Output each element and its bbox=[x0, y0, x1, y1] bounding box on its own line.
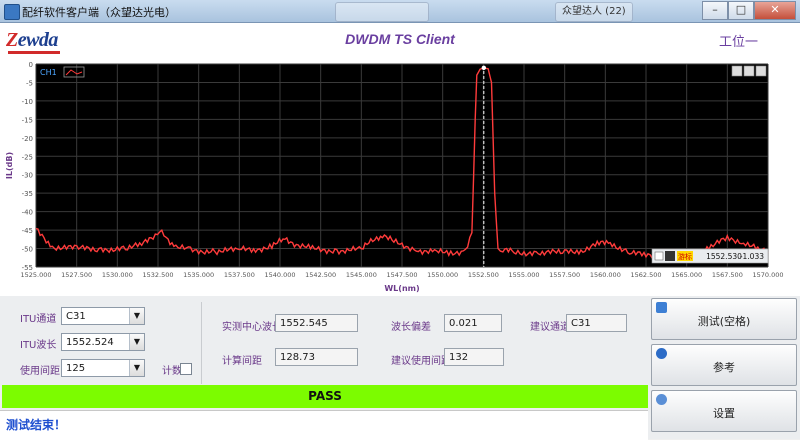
info-icon bbox=[656, 348, 667, 359]
spectrum-chart-panel: 0 -5 -10 -15 -20 -25 -30 -35 -40 -45 -50 -55 1525.00… bbox=[0, 58, 800, 296]
x-tick-label: 1560.000 bbox=[590, 271, 621, 279]
y-tick-label: -40 bbox=[22, 209, 33, 217]
x-tick-label: 1562.500 bbox=[630, 271, 661, 279]
itu-channel-label: ITU通道 bbox=[20, 314, 57, 325]
chevron-down-icon: ▼ bbox=[129, 360, 144, 376]
suggested-channel-label: 建议通道 bbox=[530, 322, 570, 333]
y-tick-label: -30 bbox=[22, 172, 33, 180]
y-tick-label: -5 bbox=[26, 79, 33, 87]
x-tick-label: 1540.000 bbox=[264, 271, 295, 279]
y-tick-label: -50 bbox=[22, 246, 33, 254]
suggested-spacing-label: 建议使用间距 bbox=[391, 356, 451, 367]
test-icon bbox=[656, 302, 667, 313]
y-tick-label: -20 bbox=[22, 135, 33, 143]
app-header: Zewda DWDM TS Client 工位一 bbox=[0, 23, 800, 59]
window-title: 配纤软件客户端（众望达光电） bbox=[22, 6, 176, 19]
y-tick-label: 0 bbox=[29, 61, 33, 69]
y-tick-label: -35 bbox=[22, 190, 33, 198]
wl-offset-label: 波长偏差 bbox=[391, 322, 431, 333]
y-axis-label: IL(dB) bbox=[5, 152, 14, 179]
itu-wavelength-select[interactable]: 1552.524 ▼ bbox=[61, 333, 145, 351]
divider bbox=[201, 302, 202, 384]
x-tick-label: 1550.000 bbox=[427, 271, 458, 279]
y-tick-label: -25 bbox=[22, 153, 33, 161]
itu-wavelength-label: ITU波长 bbox=[20, 340, 57, 351]
crosshair-icon[interactable] bbox=[731, 65, 743, 77]
marker-toggle-icon[interactable] bbox=[654, 251, 664, 261]
x-axis-label: WL(nm) bbox=[384, 284, 419, 293]
count-label: 计数 bbox=[162, 366, 182, 377]
app-icon bbox=[4, 4, 20, 20]
x-tick-label: 1542.500 bbox=[305, 271, 336, 279]
reference-button[interactable]: 参考 bbox=[651, 344, 797, 386]
wl-offset-value: 0.021 bbox=[444, 314, 502, 332]
x-tick-label: 1537.500 bbox=[224, 271, 255, 279]
marker-arrow-icon[interactable] bbox=[665, 251, 675, 261]
x-tick-label: 1570.000 bbox=[752, 271, 783, 279]
calc-spacing-value: 128.73 bbox=[275, 348, 358, 366]
calc-spacing-label: 计算间距 bbox=[222, 356, 262, 367]
status-bar: 测试结束！ bbox=[0, 410, 648, 440]
pan-icon[interactable] bbox=[755, 65, 767, 77]
y-tick-label: -10 bbox=[22, 98, 33, 106]
marker-x-value: 1552.530 bbox=[706, 252, 742, 261]
marker-y-value: -1.033 bbox=[740, 252, 764, 261]
background-window-tab: 众望达人 (22) bbox=[555, 2, 633, 22]
measured-center-value: 1552.545 bbox=[275, 314, 358, 332]
status-text: 测试结束！ bbox=[6, 418, 67, 432]
app-title: DWDM TS Client bbox=[345, 31, 455, 47]
chevron-down-icon: ▼ bbox=[129, 334, 144, 350]
maximize-button[interactable]: □ bbox=[728, 1, 754, 20]
zoom-icon[interactable] bbox=[743, 65, 755, 77]
y-tick-label: -15 bbox=[22, 116, 33, 124]
close-button[interactable]: ✕ bbox=[754, 1, 796, 20]
window-titlebar[interactable]: 配纤软件客户端（众望达光电） 众望达人 (22) – □ ✕ bbox=[0, 0, 800, 23]
marker-point[interactable] bbox=[481, 65, 487, 71]
test-button[interactable]: 测试(空格) bbox=[651, 298, 797, 340]
logo-underline bbox=[8, 51, 60, 54]
x-tick-label: 1557.500 bbox=[549, 271, 580, 279]
channel-label: CH1 bbox=[40, 68, 57, 77]
x-tick-label: 1565.000 bbox=[671, 271, 702, 279]
count-checkbox[interactable] bbox=[180, 363, 192, 375]
x-tick-label: 1567.500 bbox=[712, 271, 743, 279]
spacing-label: 使用间距 bbox=[20, 366, 60, 377]
marker-label: 游标 bbox=[678, 252, 692, 261]
suggested-spacing-value: 132 bbox=[444, 348, 504, 366]
measured-center-label: 实测中心波长 bbox=[222, 322, 282, 333]
x-tick-label: 1547.500 bbox=[386, 271, 417, 279]
background-window bbox=[335, 2, 429, 22]
settings-button[interactable]: 设置 bbox=[651, 390, 797, 432]
spectrum-chart[interactable]: 0-5-10-15-20-25-30-35-40-45-50-551525.00… bbox=[0, 58, 800, 296]
gear-icon bbox=[656, 394, 667, 405]
itu-channel-select[interactable]: C31 ▼ bbox=[61, 307, 145, 325]
x-tick-label: 1527.500 bbox=[61, 271, 92, 279]
minimize-button[interactable]: – bbox=[702, 1, 728, 20]
x-tick-label: 1552.500 bbox=[468, 271, 499, 279]
station-label: 工位一 bbox=[718, 35, 758, 50]
spacing-select[interactable]: 125 ▼ bbox=[61, 359, 145, 377]
x-tick-label: 1545.000 bbox=[346, 271, 377, 279]
x-tick-label: 1530.000 bbox=[102, 271, 133, 279]
x-tick-label: 1525.000 bbox=[20, 271, 51, 279]
suggested-channel-value: C31 bbox=[566, 314, 627, 332]
x-tick-label: 1555.000 bbox=[508, 271, 539, 279]
y-tick-label: -45 bbox=[22, 227, 33, 235]
x-tick-label: 1532.500 bbox=[142, 271, 173, 279]
chevron-down-icon: ▼ bbox=[129, 308, 144, 324]
x-tick-label: 1535.000 bbox=[183, 271, 214, 279]
result-indicator: PASS bbox=[2, 385, 648, 408]
